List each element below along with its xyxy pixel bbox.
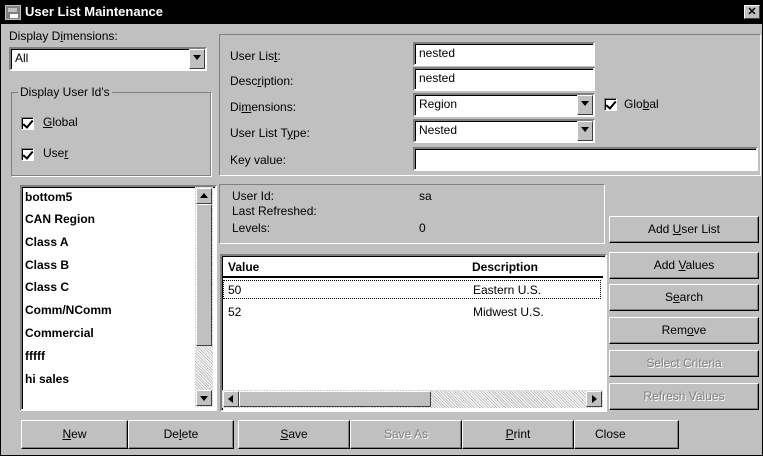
save-as-button[interactable]: Save As <box>350 420 462 449</box>
table-row[interactable]: 52 Midwest U.S. <box>223 302 601 321</box>
list-item[interactable]: Class C <box>25 280 69 294</box>
delete-button[interactable]: Delete <box>128 420 234 449</box>
list-item[interactable]: fffff <box>25 349 45 363</box>
chevron-down-icon[interactable] <box>577 95 593 115</box>
grid-horizontal-scrollbar[interactable] <box>222 390 603 408</box>
key-value-label: Key value: <box>230 153 287 167</box>
app-icon <box>5 5 21 20</box>
add-values-button[interactable]: Add Values <box>609 252 759 279</box>
list-item[interactable]: Comm/NComm <box>25 303 112 317</box>
search-button[interactable]: Search <box>609 284 759 311</box>
new-button[interactable]: New <box>21 420 128 449</box>
save-button[interactable]: Save <box>238 420 350 449</box>
add-user-list-button[interactable]: Add User List <box>609 216 759 243</box>
chevron-down-icon[interactable] <box>577 121 593 141</box>
scroll-right-icon[interactable] <box>586 391 602 407</box>
close-icon: ✕ <box>747 6 757 18</box>
user-list-listbox[interactable]: bottom5 CAN Region Class A Class B Class… <box>20 185 217 411</box>
scroll-thumb[interactable] <box>239 391 431 407</box>
table-row[interactable]: 50 Eastern U.S. <box>223 280 601 299</box>
scroll-down-icon[interactable] <box>196 390 212 406</box>
list-item[interactable]: CAN Region <box>25 212 95 226</box>
print-button[interactable]: Print <box>462 420 574 449</box>
last-refreshed-label: Last Refreshed: <box>232 204 317 218</box>
column-header-value[interactable]: Value <box>228 260 259 274</box>
user-list-label: User List: <box>230 49 281 63</box>
levels-label: Levels: <box>232 221 271 235</box>
remove-button[interactable]: Remove <box>609 317 759 344</box>
user-id-value: sa <box>419 189 432 203</box>
display-dimensions-label: Display Dimensions: <box>9 29 118 43</box>
display-user-ids-legend: Display User Id's <box>18 85 112 99</box>
title-bar[interactable]: User List Maintenance ✕ <box>1 1 762 24</box>
header-divider <box>222 276 603 278</box>
window-title: User List Maintenance <box>25 4 163 19</box>
column-header-description[interactable]: Description <box>472 260 538 274</box>
global-checkbox-label[interactable]: Global <box>43 115 78 129</box>
user-list-type-label: User List Type: <box>230 126 310 140</box>
description-label: Description: <box>230 74 294 88</box>
close-window-button[interactable]: ✕ <box>744 5 760 19</box>
display-user-ids-group: Display User Id's <box>11 85 211 176</box>
key-value-input[interactable] <box>413 147 758 171</box>
select-criteria-button[interactable]: Select Criteria <box>609 350 759 377</box>
user-list-type-select[interactable]: Nested <box>413 119 595 143</box>
close-button[interactable]: Close <box>574 420 679 449</box>
display-dimensions-value: All <box>15 51 29 65</box>
dimensions-label: Dimensions: <box>230 100 297 114</box>
listbox-vertical-scrollbar[interactable] <box>195 187 213 407</box>
chevron-down-icon[interactable] <box>189 49 205 69</box>
list-item[interactable]: Class B <box>25 258 69 272</box>
list-item[interactable]: bottom5 <box>25 190 72 204</box>
user-list-maintenance-window: User List Maintenance ✕ Display Dimensio… <box>0 0 763 456</box>
list-item[interactable]: Commercial <box>25 326 94 340</box>
global-dimension-label[interactable]: Global <box>624 97 659 111</box>
scroll-thumb[interactable] <box>196 204 212 346</box>
global-dimension-checkbox[interactable] <box>604 98 617 111</box>
list-item[interactable]: Class A <box>25 235 69 249</box>
scroll-left-icon[interactable] <box>223 391 239 407</box>
refresh-values-button[interactable]: Refresh Values <box>609 383 759 410</box>
user-checkbox[interactable] <box>21 148 34 161</box>
global-checkbox[interactable] <box>21 117 34 130</box>
scroll-up-icon[interactable] <box>196 188 212 204</box>
user-checkbox-label[interactable]: User <box>43 146 68 160</box>
dimensions-select[interactable]: Region <box>413 93 595 117</box>
values-grid[interactable]: Value Description 50 Eastern U.S. 52 Mid… <box>220 254 607 412</box>
user-id-label: User Id: <box>232 189 275 203</box>
levels-value: 0 <box>419 221 426 235</box>
description-input[interactable]: nested <box>413 67 595 91</box>
user-list-input[interactable]: nested <box>413 42 595 66</box>
list-item[interactable]: hi sales <box>25 372 69 386</box>
display-dimensions-select[interactable]: All <box>9 47 207 71</box>
